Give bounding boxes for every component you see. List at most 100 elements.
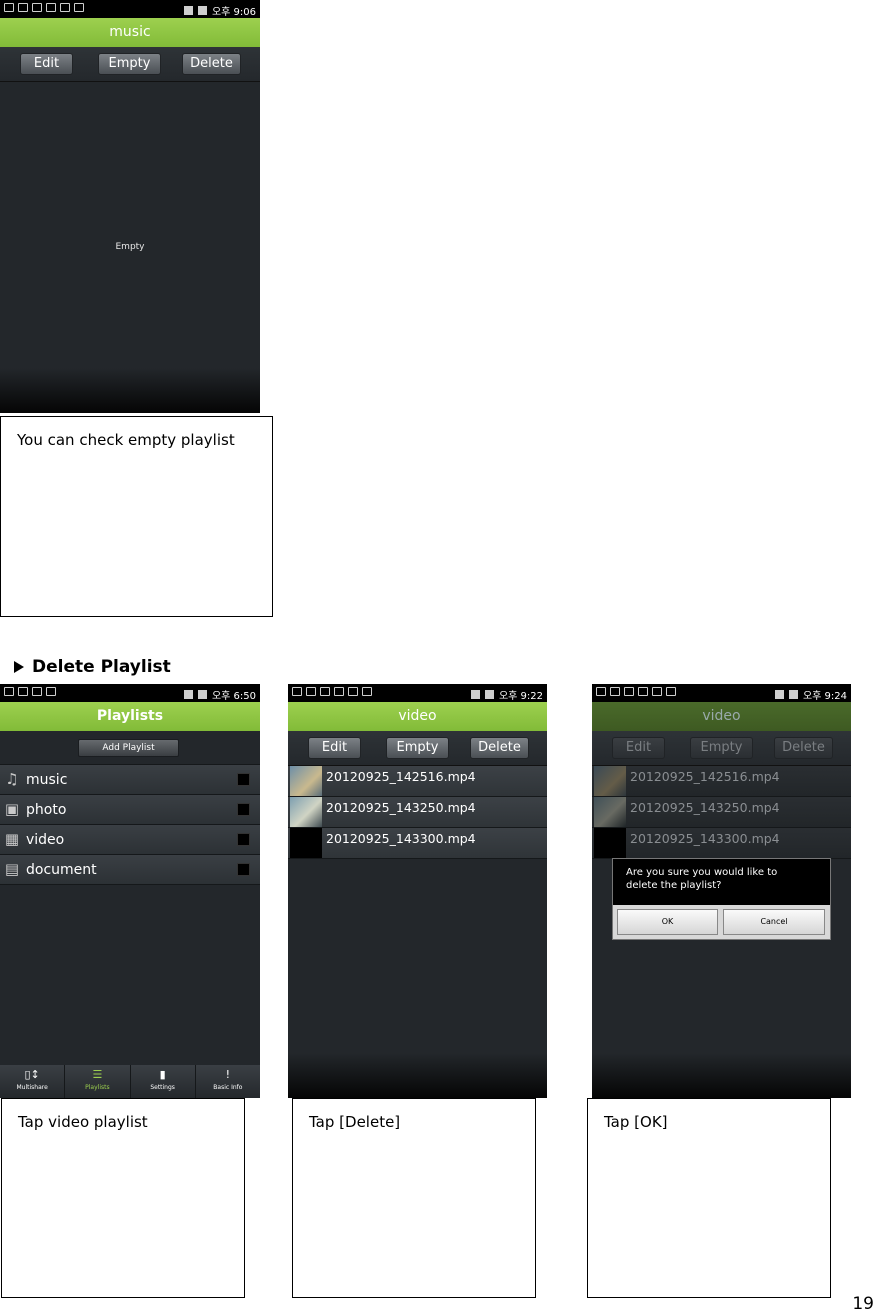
playlist-checkbox[interactable] (237, 803, 250, 816)
video-file-row[interactable]: 20120925_142516.mp4 (288, 766, 547, 797)
music-note-icon: ♫ (5, 770, 19, 788)
section-heading: Delete Playlist (14, 657, 171, 677)
playlist-item-document[interactable]: ▤ document (0, 855, 260, 885)
phone-screenshot-delete-confirm: 오후 9:24 video Edit Empty Delete 20120925… (592, 684, 851, 1098)
nav-label: Playlists (85, 1084, 110, 1091)
bottom-navigation: ▯↕ Multishare ☰ Playlists ▮ Settings ! Basic… (0, 1065, 260, 1098)
signal-icon (470, 690, 480, 699)
cancel-button[interactable]: Cancel (723, 909, 825, 935)
caption-box-3: Tap [Delete] (292, 1098, 536, 1298)
nav-multishare[interactable]: ▯↕ Multishare (0, 1065, 66, 1098)
edit-button[interactable]: Edit (20, 53, 73, 75)
section-title-text: Delete Playlist (32, 657, 171, 677)
status-time: 오후 6:50 (211, 691, 256, 702)
empty-state-text: Empty (115, 242, 145, 252)
video-file-row[interactable]: 20120925_142516.mp4 (592, 766, 851, 797)
page-number: 19 (852, 1294, 874, 1313)
caption-text: Tap [OK] (604, 1113, 668, 1131)
empty-button[interactable]: Empty (690, 737, 753, 759)
signal-icon (183, 690, 193, 699)
video-file-row[interactable]: 20120925_143300.mp4 (592, 828, 851, 859)
nav-basic-info[interactable]: ! Basic Info (196, 1065, 260, 1098)
ok-button[interactable]: OK (617, 909, 718, 935)
playlist-checkbox[interactable] (237, 773, 250, 786)
playlist-label: music (26, 772, 68, 788)
video-thumbnail (290, 828, 322, 858)
video-thumbnail (290, 797, 322, 827)
playlist-item-video[interactable]: ▦ video (0, 825, 260, 855)
playlist-item-music[interactable]: ♫ music (0, 765, 260, 795)
caption-box-4: Tap [OK] (587, 1098, 831, 1298)
playlist-checkbox[interactable] (237, 833, 250, 846)
video-file-name: 20120925_142516.mp4 (630, 769, 780, 784)
multishare-icon: ▯↕ (24, 1068, 40, 1081)
delete-button[interactable]: Delete (774, 737, 833, 759)
status-time: 오후 9:24 (802, 691, 847, 702)
screen-title: video (288, 702, 547, 731)
video-file-name: 20120925_143300.mp4 (630, 831, 780, 846)
playlist-label: video (26, 832, 65, 848)
playlist-checkbox[interactable] (237, 863, 250, 876)
phone-screenshot-video: 오후 9:22 video Edit Empty Delete 20120925… (288, 684, 547, 1098)
add-bar: Add Playlist (0, 731, 260, 765)
nav-settings[interactable]: ▮ Settings (131, 1065, 196, 1098)
video-thumbnail (594, 766, 626, 796)
phone-screenshot-playlists: 오후 6:50 Playlists Add Playlist ♫ music ▣… (0, 684, 260, 1098)
document-icon: ▤ (4, 860, 20, 878)
toolbar: Edit Empty Delete (0, 47, 260, 82)
notification-icons (4, 3, 84, 12)
triangle-bullet-icon (14, 661, 24, 673)
phone-screenshot-music-empty: 오후 9:06 music Edit Empty Delete Empty (0, 0, 260, 413)
notification-icons (292, 687, 372, 696)
video-file-row[interactable]: 20120925_143250.mp4 (592, 797, 851, 828)
battery-icon (484, 690, 494, 699)
settings-icon: ▮ (159, 1068, 166, 1081)
battery-icon (197, 690, 207, 699)
caption-text: Tap video playlist (18, 1113, 148, 1131)
toolbar: Edit Empty Delete (592, 731, 851, 766)
list-icon: ☰ (92, 1068, 103, 1081)
bottom-fade (0, 368, 260, 413)
status-bar: 오후 6:50 (0, 684, 260, 702)
empty-button[interactable]: Empty (98, 53, 161, 75)
confirm-dialog: Are you sure you would like to delete th… (612, 858, 831, 940)
status-bar: 오후 9:24 (592, 684, 851, 702)
nav-label: Settings (150, 1084, 175, 1091)
caption-text: Tap [Delete] (309, 1113, 401, 1131)
notification-icons (4, 687, 56, 696)
video-file-name: 20120925_143250.mp4 (326, 800, 476, 815)
info-icon: ! (225, 1068, 231, 1081)
delete-button[interactable]: Delete (470, 737, 529, 759)
status-time: 오후 9:22 (498, 691, 543, 702)
delete-button[interactable]: Delete (182, 53, 241, 75)
caption-box-1: You can check empty playlist (0, 416, 273, 617)
nav-label: Basic Info (213, 1084, 243, 1091)
edit-button[interactable]: Edit (308, 737, 361, 759)
screen-title: Playlists (0, 702, 260, 731)
nav-label: Multishare (16, 1084, 48, 1091)
caption-text: You can check empty playlist (17, 431, 235, 449)
bottom-fade (288, 1053, 547, 1098)
notification-icons (596, 687, 676, 696)
video-file-name: 20120925_143300.mp4 (326, 831, 476, 846)
screen-title: music (0, 18, 260, 47)
playlist-label: document (26, 862, 97, 878)
nav-playlists[interactable]: ☰ Playlists (65, 1065, 131, 1098)
empty-button[interactable]: Empty (386, 737, 449, 759)
status-bar: 오후 9:06 (0, 0, 260, 18)
add-playlist-button[interactable]: Add Playlist (78, 739, 179, 757)
playlist-item-photo[interactable]: ▣ photo (0, 795, 260, 825)
dialog-message-line: delete the playlist? (626, 880, 722, 891)
battery-icon (197, 6, 207, 15)
bottom-fade (592, 1053, 851, 1098)
video-file-row[interactable]: 20120925_143300.mp4 (288, 828, 547, 859)
video-thumbnail (594, 828, 626, 858)
battery-icon (788, 690, 798, 699)
edit-button[interactable]: Edit (612, 737, 665, 759)
signal-icon (774, 690, 784, 699)
dialog-message-line: Are you sure you would like to (626, 867, 778, 878)
video-file-name: 20120925_142516.mp4 (326, 769, 476, 784)
playlist-label: photo (26, 802, 67, 818)
video-file-row[interactable]: 20120925_143250.mp4 (288, 797, 547, 828)
dialog-message: Are you sure you would like to delete th… (613, 859, 830, 905)
